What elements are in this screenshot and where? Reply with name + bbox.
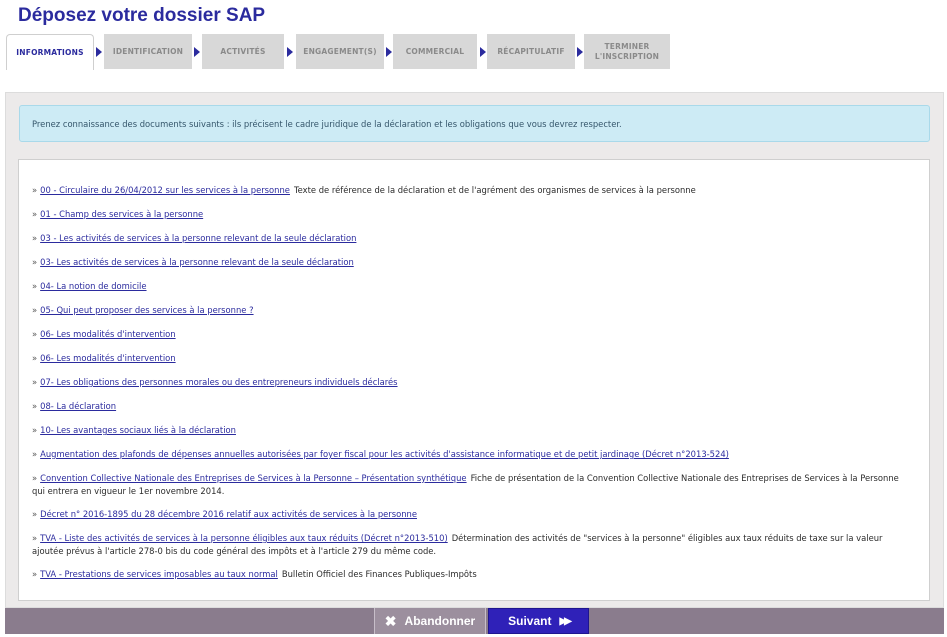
list-item: » 04- La notion de domicile (32, 280, 912, 293)
list-item: » 01 - Champ des services à la personne (32, 208, 912, 221)
list-item: » 03 - Les activités de services à la per… (32, 232, 912, 245)
documents-list: » 00 - Circulaire du 26/04/2012 sur les s… (18, 159, 930, 601)
bullet-icon: » (32, 209, 38, 219)
abandon-button[interactable]: ✖ Abandonner (374, 608, 486, 634)
bullet-icon: » (32, 305, 38, 315)
document-link[interactable]: 06- Les modalités d'intervention (40, 353, 175, 363)
page-title: Déposez votre dossier SAP (18, 5, 266, 26)
list-item: » Augmentation des plafonds de dépenses a… (32, 448, 912, 461)
list-item: » 07- Les obligations des personnes moral… (32, 376, 912, 389)
list-item: » Convention Collective Nationale des Ent… (32, 472, 912, 497)
document-link[interactable]: Décret n° 2016-1895 du 28 décembre 2016 … (40, 509, 417, 519)
document-link[interactable]: 03 - Les activités de services à la pers… (40, 233, 356, 243)
bullet-icon: » (32, 257, 38, 267)
bullet-icon: » (32, 533, 38, 543)
document-description: Bulletin Officiel des Finances Publiques… (281, 569, 477, 579)
list-item: » 05- Qui peut proposer des services à la… (32, 304, 912, 317)
bullet-icon: » (32, 353, 38, 363)
list-item: » 03- Les activités de services à la pers… (32, 256, 912, 269)
list-item: » TVA - Prestations de services imposable… (32, 568, 912, 581)
document-link[interactable]: 05- Qui peut proposer des services à la … (40, 305, 253, 315)
step-arrow-icon (194, 47, 200, 57)
document-link[interactable]: 00 - Circulaire du 26/04/2012 sur les se… (40, 185, 290, 195)
wizard-steps: INFORMATIONS IDENTIFICATION ACTIVITÉS EN… (6, 34, 676, 70)
fast-forward-icon: ▶▶ (559, 615, 572, 627)
bullet-icon: » (32, 425, 38, 435)
document-link[interactable]: 07- Les obligations des personnes morale… (40, 377, 397, 387)
tab-engagements[interactable]: ENGAGEMENT(S) (296, 34, 384, 69)
tab-terminer-inscription[interactable]: TERMINER L'INSCRIPTION (584, 34, 670, 69)
footer-actions: ✖ Abandonner Suivant ▶▶ (5, 608, 944, 634)
bullet-icon: » (32, 329, 38, 339)
document-link[interactable]: Augmentation des plafonds de dépenses an… (40, 449, 729, 459)
document-link[interactable]: Convention Collective Nationale des Entr… (40, 473, 466, 483)
step-arrow-icon (96, 47, 102, 57)
document-link[interactable]: TVA - Liste des activités de services à … (40, 533, 448, 543)
content-panel: Prenez connaissance des documents suivan… (5, 92, 944, 608)
document-link[interactable]: 04- La notion de domicile (40, 281, 146, 291)
step-arrow-icon (577, 47, 583, 57)
tab-identification[interactable]: IDENTIFICATION (104, 34, 192, 69)
tab-informations[interactable]: INFORMATIONS (6, 34, 94, 70)
document-link[interactable]: 01 - Champ des services à la personne (40, 209, 203, 219)
list-item: » 00 - Circulaire du 26/04/2012 sur les s… (32, 184, 912, 197)
bullet-icon: » (32, 185, 38, 195)
abandon-button-label: Abandonner (404, 614, 476, 628)
list-item: » Décret n° 2016-1895 du 28 décembre 2016… (32, 508, 912, 521)
document-link[interactable]: TVA - Prestations de services imposables… (40, 569, 278, 579)
document-link[interactable]: 06- Les modalités d'intervention (40, 329, 175, 339)
bullet-icon: » (32, 449, 38, 459)
document-link[interactable]: 08- La déclaration (40, 401, 116, 411)
list-item: » 10- Les avantages sociaux liés à la déc… (32, 424, 912, 437)
info-alert: Prenez connaissance des documents suivan… (19, 105, 930, 142)
tab-commercial[interactable]: COMMERCIAL (393, 34, 477, 69)
step-arrow-icon (386, 47, 392, 57)
next-button[interactable]: Suivant ▶▶ (488, 608, 589, 634)
document-description: Texte de référence de la déclaration et … (293, 185, 696, 195)
bullet-icon: » (32, 401, 38, 411)
tab-recapitulatif[interactable]: RÉCAPITULATIF (487, 34, 575, 69)
list-item: » TVA - Liste des activités de services à… (32, 532, 912, 557)
list-item: » 06- Les modalités d'intervention (32, 328, 912, 341)
step-arrow-icon (287, 47, 293, 57)
bullet-icon: » (32, 473, 38, 483)
bullet-icon: » (32, 233, 38, 243)
bullet-icon: » (32, 569, 38, 579)
list-item: » 06- Les modalités d'intervention (32, 352, 912, 365)
document-link[interactable]: 10- Les avantages sociaux liés à la décl… (40, 425, 236, 435)
bullet-icon: » (32, 377, 38, 387)
next-button-label: Suivant (508, 614, 552, 628)
document-link[interactable]: 03- Les activités de services à la perso… (40, 257, 354, 267)
bullet-icon: » (32, 281, 38, 291)
list-item: » 08- La déclaration (32, 400, 912, 413)
close-icon: ✖ (384, 613, 397, 629)
step-arrow-icon (480, 47, 486, 57)
bullet-icon: » (32, 509, 38, 519)
tab-activites[interactable]: ACTIVITÉS (202, 34, 284, 69)
